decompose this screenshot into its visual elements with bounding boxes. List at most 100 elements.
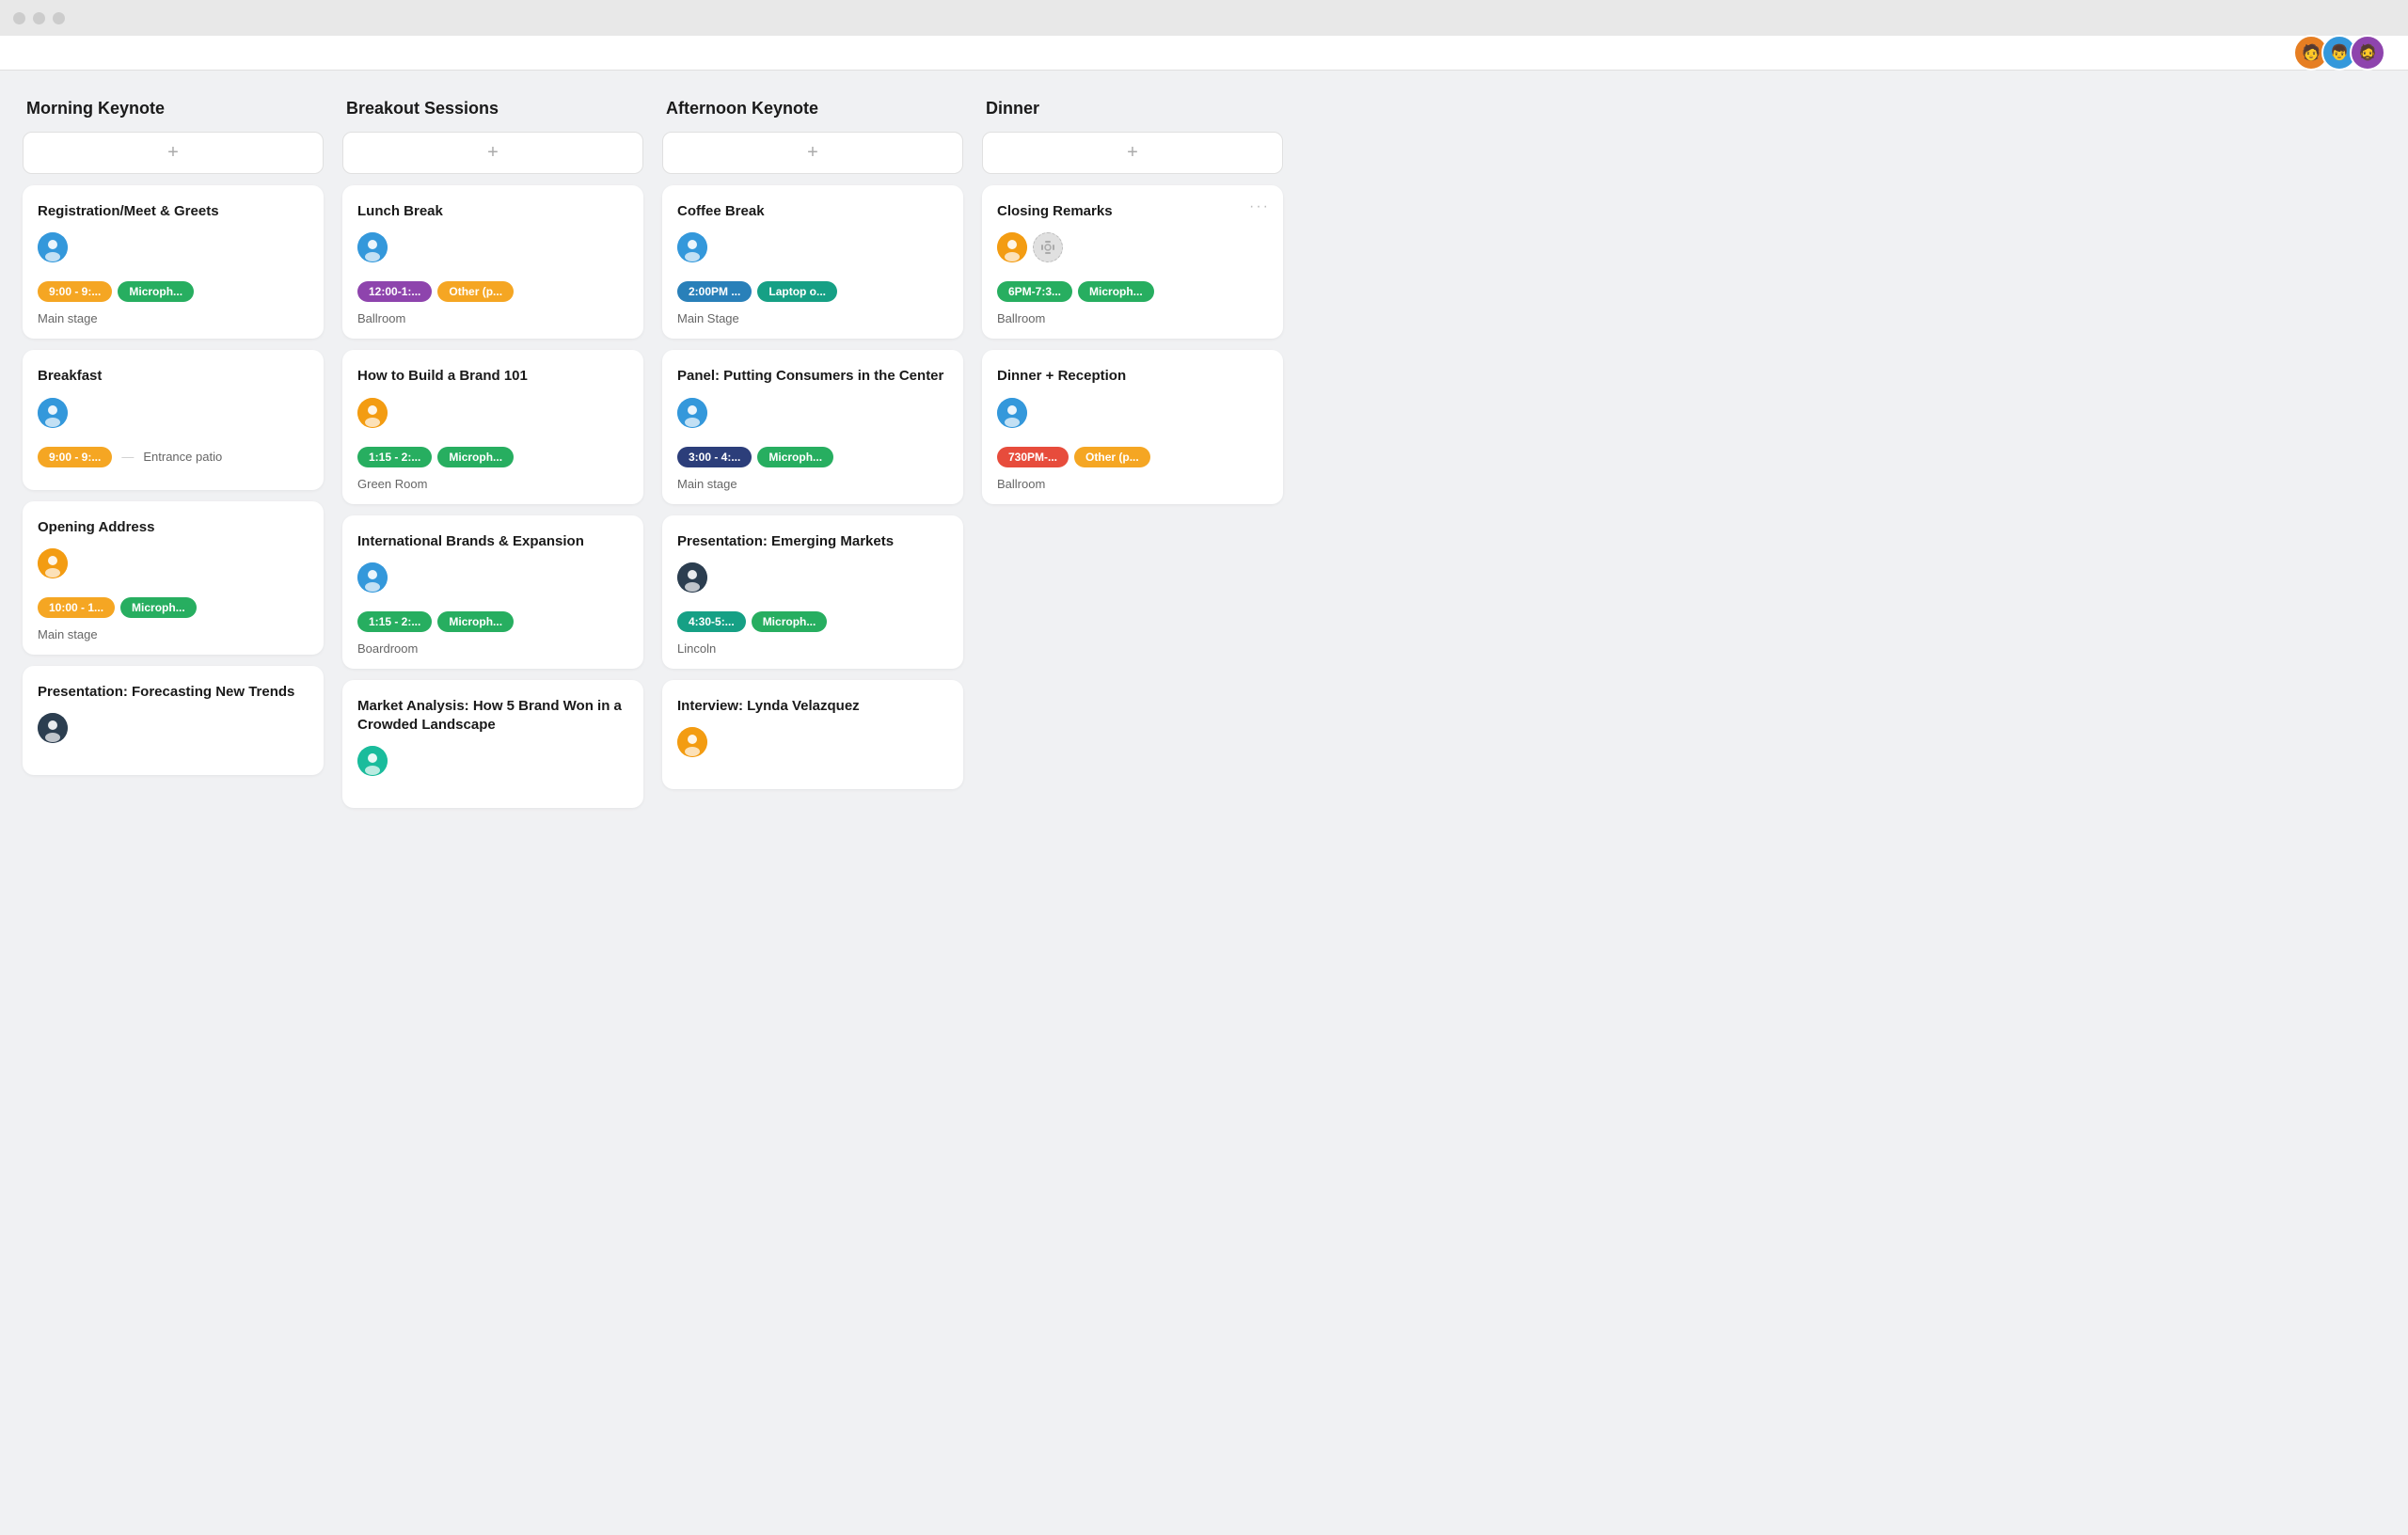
card-breakfast[interactable]: Breakfast 9:00 - 9:...—Entrance patio (23, 350, 324, 489)
card-brand-101[interactable]: How to Build a Brand 101 1:15 - 2:...Mic… (342, 350, 643, 503)
column-morning-keynote: Morning Keynote+Registration/Meet & Gree… (23, 99, 324, 819)
header: 🧑 👦 🧔 (0, 36, 2408, 71)
card-location: Lincoln (677, 641, 948, 656)
card-location: Green Room (357, 477, 628, 491)
card-title: Breakfast (38, 367, 309, 386)
card-avatar-row (357, 746, 628, 785)
card-avatar-row (357, 398, 628, 437)
card-avatar-row (357, 562, 628, 602)
card-avatar-row (677, 232, 948, 272)
card-lunch-break[interactable]: Lunch Break 12:00-1:...Other (p... Ballro… (342, 185, 643, 339)
card-title: How to Build a Brand 101 (357, 367, 628, 386)
card-avatar-row (38, 713, 309, 752)
card-tag: Laptop o... (757, 281, 837, 302)
card-title: Interview: Lynda Velazquez (677, 697, 948, 716)
card-emerging-markets[interactable]: Presentation: Emerging Markets 4:30-5:..… (662, 515, 963, 669)
header-avatars: 🧑 👦 🧔 (2293, 35, 2385, 71)
minimize-button[interactable] (33, 12, 45, 24)
add-card-button-morning-keynote[interactable]: + (23, 132, 324, 174)
card-avatar (357, 398, 388, 428)
add-card-button-afternoon-keynote[interactable]: + (662, 132, 963, 174)
add-card-button-breakout-sessions[interactable]: + (342, 132, 643, 174)
card-location: Ballroom (357, 311, 628, 325)
card-title: Opening Address (38, 518, 309, 537)
card-title: Closing Remarks (997, 202, 1268, 221)
card-location: Main stage (677, 477, 948, 491)
card-tag: 2:00PM ... (677, 281, 752, 302)
card-dinner-reception[interactable]: Dinner + Reception 730PM-...Other (p...B… (982, 350, 1283, 503)
card-title: Lunch Break (357, 202, 628, 221)
card-tag: 4:30-5:... (677, 611, 746, 632)
card-avatar (357, 562, 388, 593)
card-title: Market Analysis: How 5 Brand Won in a Cr… (357, 697, 628, 736)
column-breakout-sessions: Breakout Sessions + Lunch Break 12:00-1:..… (342, 99, 643, 819)
card-location: Main stage (38, 311, 309, 325)
card-title: Panel: Putting Consumers in the Center (677, 367, 948, 386)
card-title: Coffee Break (677, 202, 948, 221)
card-tag: Other (p... (1074, 447, 1150, 467)
card-tag: Other (p... (437, 281, 514, 302)
card-tags-row: 9:00 - 9:...—Entrance patio (38, 447, 309, 467)
card-tag: Microph... (437, 447, 514, 467)
card-tags-row: 12:00-1:...Other (p... (357, 281, 628, 302)
card-avatar (38, 398, 68, 428)
card-tag: 9:00 - 9:... (38, 281, 112, 302)
card-tags-row: 6PM-7:3... Microph... (997, 281, 1268, 302)
card-international-brands[interactable]: International Brands & Expansion 1:15 - … (342, 515, 643, 669)
card-avatar-row (997, 232, 1268, 272)
avatar-3[interactable]: 🧔 (2350, 35, 2385, 71)
titlebar (0, 0, 2408, 36)
column-header-afternoon-keynote: Afternoon Keynote (662, 99, 963, 119)
card-tag: Microph... (118, 281, 194, 302)
card-tag: Microph... (437, 611, 514, 632)
card-location: Ballroom (997, 477, 1268, 491)
maximize-button[interactable] (53, 12, 65, 24)
card-avatar (38, 232, 68, 262)
card-opening-address[interactable]: Opening Address 10:00 - 1...Microph...Ma… (23, 501, 324, 655)
card-menu-button[interactable]: ··· (1249, 198, 1270, 215)
card-avatar-row (677, 562, 948, 602)
card-tag: 9:00 - 9:... (38, 447, 112, 467)
card-avatar (677, 562, 707, 593)
card-tags-row: 1:15 - 2:...Microph... (357, 447, 628, 467)
card-interview-lynda[interactable]: Interview: Lynda Velazquez (662, 680, 963, 789)
card-avatar (357, 746, 388, 776)
card-avatar (997, 232, 1027, 262)
card-forecasting[interactable]: Presentation: Forecasting New Trends (23, 666, 324, 775)
card-tag: Microph... (757, 447, 833, 467)
close-button[interactable] (13, 12, 25, 24)
column-afternoon-keynote: Afternoon Keynote + Coffee Break 2:00PM ..… (662, 99, 963, 819)
card-avatar (677, 398, 707, 428)
card-coffee-break[interactable]: Coffee Break 2:00PM ...Laptop o...Main S… (662, 185, 963, 339)
card-title: Presentation: Emerging Markets (677, 532, 948, 551)
card-avatar (38, 548, 68, 578)
card-avatar-row (38, 548, 309, 588)
board: Morning Keynote+Registration/Meet & Gree… (0, 71, 2408, 847)
card-avatar-row (357, 232, 628, 272)
card-title: Registration/Meet & Greets (38, 202, 309, 221)
card-location: Main stage (38, 627, 309, 641)
card-tag: 6PM-7:3... (997, 281, 1072, 302)
card-market-analysis[interactable]: Market Analysis: How 5 Brand Won in a Cr… (342, 680, 643, 809)
card-panel-consumers[interactable]: Panel: Putting Consumers in the Center 3… (662, 350, 963, 503)
card-tag: 10:00 - 1... (38, 597, 115, 618)
card-tag: Microph... (1078, 281, 1154, 302)
card-avatar-row (38, 398, 309, 437)
card-tag: 3:00 - 4:... (677, 447, 752, 467)
card-location: Ballroom (997, 311, 1268, 325)
card-tag: Microph... (752, 611, 828, 632)
column-header-breakout-sessions: Breakout Sessions (342, 99, 643, 119)
card-avatar-row (677, 398, 948, 437)
card-closing-remarks[interactable]: ···Closing Remarks 6PM-7:3... Microph... B… (982, 185, 1283, 339)
card-avatar-row (677, 727, 948, 767)
add-card-button-dinner[interactable]: + (982, 132, 1283, 174)
card-tags-row: 4:30-5:... Microph... (677, 611, 948, 632)
card-location: Boardroom (357, 641, 628, 656)
card-tags-row: 3:00 - 4:...Microph... (677, 447, 948, 467)
card-avatar (38, 713, 68, 743)
card-avatar-row (997, 398, 1268, 437)
card-registration[interactable]: Registration/Meet & Greets 9:00 - 9:... M… (23, 185, 324, 339)
card-tag: 1:15 - 2:... (357, 611, 432, 632)
column-header-dinner: Dinner (982, 99, 1283, 119)
card-avatar (357, 232, 388, 262)
